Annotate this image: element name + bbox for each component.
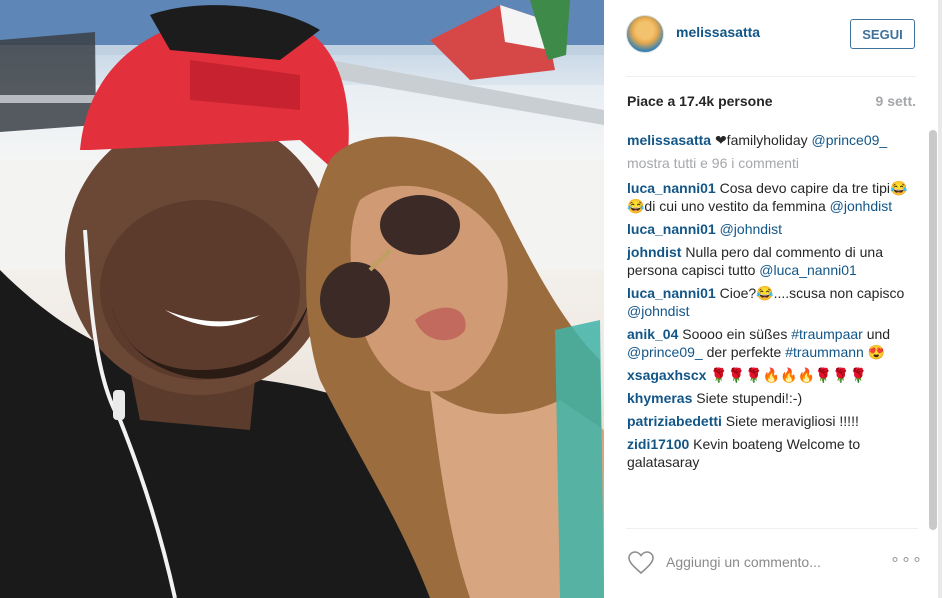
comment-text: Cioe?😂....scusa non capisco bbox=[719, 285, 905, 301]
comment-username[interactable]: luca_nanni01 bbox=[627, 221, 716, 237]
comment-text: Soooo ein süßes bbox=[682, 326, 788, 342]
comment-emoji: 😍 bbox=[867, 344, 886, 360]
comments-list: melissasatta ❤familyholiday @prince09_ m… bbox=[627, 131, 913, 527]
comment-item: zidi17100 Kevin boateng Welcome to galat… bbox=[627, 435, 913, 471]
more-options-icon[interactable]: ∘∘∘ bbox=[890, 549, 923, 569]
comment-username[interactable]: khymeras bbox=[627, 390, 692, 406]
photo-illustration bbox=[0, 0, 604, 598]
comment-hashtag-2[interactable]: #traummann bbox=[785, 344, 864, 360]
comment-item: anik_04 Soooo ein süßes #traumpaar und @… bbox=[627, 325, 913, 361]
page-scrollbar[interactable] bbox=[938, 0, 942, 598]
heart-outline-icon[interactable] bbox=[628, 551, 654, 575]
comment-mention[interactable]: @luca_nanni01 bbox=[759, 262, 857, 278]
comment-text: Siete stupendi!:-) bbox=[696, 390, 803, 406]
user-avatar[interactable] bbox=[626, 15, 664, 53]
comment-hashtag[interactable]: #traumpaar bbox=[791, 326, 863, 342]
comment-username[interactable]: luca_nanni01 bbox=[627, 180, 716, 196]
caption-mention[interactable]: @prince09_ bbox=[812, 132, 888, 148]
comment-item: luca_nanni01 Cioe?😂....scusa non capisco… bbox=[627, 284, 913, 320]
footer-divider bbox=[626, 528, 918, 529]
comment-mention[interactable]: @jonhdist bbox=[830, 198, 892, 214]
comment-text-3: der perfekte bbox=[706, 344, 782, 360]
comment-item: luca_nanni01 Cosa devo capire da tre tip… bbox=[627, 179, 913, 215]
comment-item: johndist Nulla pero dal commento di una … bbox=[627, 243, 913, 279]
post-details-panel: melissasatta SEGUI Piace a 17.4k persone… bbox=[604, 0, 942, 598]
show-all-comments-link[interactable]: mostra tutti e 96 i commenti bbox=[627, 154, 913, 172]
comment-mention[interactable]: @prince09_ bbox=[627, 344, 703, 360]
caption-username[interactable]: melissasatta bbox=[627, 132, 711, 148]
comment-username[interactable]: luca_nanni01 bbox=[627, 285, 716, 301]
comment-mention[interactable]: @johndist bbox=[720, 221, 782, 237]
comment-username[interactable]: johndist bbox=[627, 244, 681, 260]
caption: melissasatta ❤familyholiday @prince09_ bbox=[627, 131, 913, 149]
comment-item: luca_nanni01 @johndist bbox=[627, 220, 913, 238]
comment-item: xsagaxhscx 🌹🌹🌹🔥🔥🔥🌹🌹🌹 bbox=[627, 366, 913, 384]
post-username[interactable]: melissasatta bbox=[676, 24, 760, 40]
follow-button[interactable]: SEGUI bbox=[850, 19, 915, 49]
comments-scrollbar[interactable] bbox=[929, 130, 937, 530]
post-photo bbox=[0, 0, 604, 598]
likes-count[interactable]: Piace a 17.4k persone bbox=[627, 93, 773, 109]
caption-text: ❤familyholiday bbox=[714, 132, 808, 148]
comment-text: 🌹🌹🌹🔥🔥🔥🌹🌹🌹 bbox=[710, 367, 868, 383]
comment-username[interactable]: anik_04 bbox=[627, 326, 678, 342]
comment-text: Siete meravigliosi !!!!! bbox=[725, 413, 859, 429]
header-divider bbox=[626, 76, 916, 77]
comment-mention[interactable]: @johndist bbox=[627, 303, 689, 319]
comment-username[interactable]: patriziabedetti bbox=[627, 413, 722, 429]
comment-text-2: und bbox=[866, 326, 891, 342]
comment-item: patriziabedetti Siete meravigliosi !!!!! bbox=[627, 412, 913, 430]
comment-username[interactable]: zidi17100 bbox=[627, 436, 689, 452]
post-header: melissasatta SEGUI bbox=[604, 0, 938, 68]
comment-username[interactable]: xsagaxhscx bbox=[627, 367, 706, 383]
comment-item: khymeras Siete stupendi!:-) bbox=[627, 389, 913, 407]
post-time[interactable]: 9 sett. bbox=[876, 93, 916, 109]
add-comment-input[interactable] bbox=[666, 552, 886, 572]
